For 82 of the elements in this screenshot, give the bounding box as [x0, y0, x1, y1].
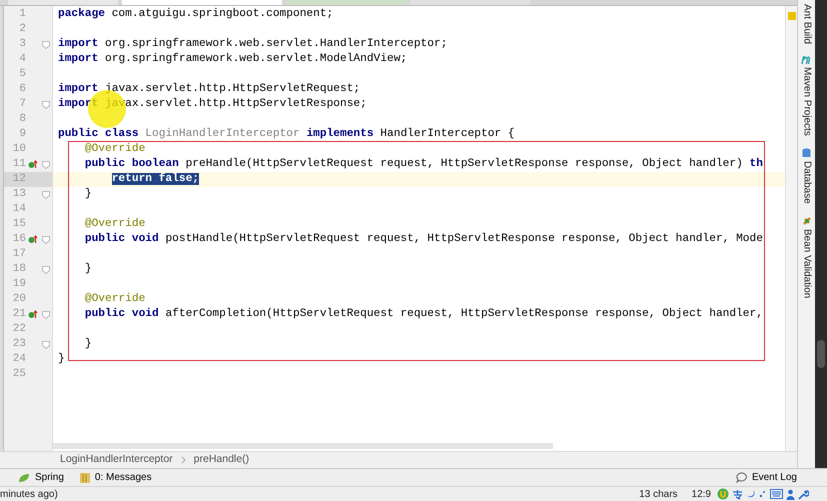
fold-marker-icon[interactable] [42, 340, 50, 348]
line-number: 21 [12, 307, 26, 322]
line-number: 20 [12, 292, 26, 308]
line-number: 1 [18, 7, 26, 22]
code-line: @Override [84, 218, 146, 230]
code-line: public void afterCompletion(HttpServletRequest request, HttpServletResponse response, Object handler, [84, 308, 763, 320]
selection-count: 13 chars [639, 488, 678, 501]
line-number: 5 [18, 67, 26, 82]
line-number: 19 [12, 277, 26, 292]
line-number: 14 [12, 202, 26, 218]
line-number: 2 [18, 22, 26, 38]
line-number: 22 [12, 322, 26, 338]
chat-bubble-icon [736, 472, 748, 483]
fold-marker-icon[interactable] [42, 160, 50, 168]
line-number: 12 [12, 172, 26, 188]
moon-icon[interactable] [746, 489, 756, 499]
fold-marker-icon[interactable] [42, 40, 50, 48]
code-line: } [84, 338, 92, 350]
fold-marker-icon[interactable] [42, 190, 50, 198]
caret-position[interactable]: 12:9 [692, 486, 711, 501]
line-number: 4 [18, 52, 26, 68]
editor-tab[interactable] [286, 0, 406, 5]
fold-marker-icon[interactable] [42, 310, 50, 318]
code-line: import org.springframework.web.servlet.HandlerInterceptor; [58, 38, 448, 50]
maven-icon [801, 56, 812, 64]
code-line: @Override [84, 143, 146, 155]
code-line: public void postHandle(HttpServletRequest request, HttpServletResponse response, Object handler, Mode [84, 233, 763, 245]
fold-marker-icon[interactable] [42, 236, 50, 244]
event-log-button[interactable]: Event Log [736, 470, 797, 485]
line-number: 11 [12, 157, 26, 172]
line-number: 25 [12, 367, 26, 382]
punctuation-icon[interactable] [759, 489, 767, 499]
tool-window-tab[interactable]: Bean Validation [800, 228, 812, 298]
line-number: 6 [18, 82, 26, 98]
tool-window-button[interactable]: Spring [18, 470, 64, 485]
tool-window-tab[interactable]: Maven Projects [800, 67, 812, 136]
override-marker-icon[interactable] [28, 310, 38, 319]
code-line: } [84, 188, 92, 200]
line-number: 15 [12, 217, 26, 232]
line-number: 7 [18, 97, 26, 112]
code-line: @Override [84, 293, 146, 305]
tool-window-tab[interactable]: Database [800, 160, 812, 204]
breadcrumb-item[interactable]: preHandle() [194, 452, 250, 468]
editor-tab[interactable] [8, 0, 118, 5]
code-line: import org.springframework.web.servlet.ModelAndView; [58, 53, 408, 65]
breadcrumb-item[interactable]: LoginHandlerInterceptor [60, 452, 173, 468]
line-number: 23 [12, 337, 26, 352]
override-marker-icon[interactable] [28, 235, 38, 244]
line-number: 3 [18, 37, 26, 52]
line-number: 10 [12, 142, 26, 158]
status-message: minutes ago) [0, 488, 59, 501]
wrench-icon[interactable] [798, 488, 809, 500]
ime-logo-icon[interactable] [717, 488, 729, 500]
fold-marker-icon[interactable] [42, 100, 50, 108]
status-indicator-icon [788, 12, 796, 20]
code-line: import javax.servlet.http.HttpServletRequest; [58, 83, 360, 95]
message-list-icon [80, 472, 90, 482]
editor-tab[interactable] [410, 0, 530, 5]
keyboard-icon[interactable] [770, 489, 783, 499]
override-marker-icon[interactable] [28, 160, 38, 169]
scroll-handle[interactable] [817, 340, 825, 368]
line-number: 9 [18, 127, 26, 142]
code-line: } [58, 353, 65, 365]
line-number: 17 [12, 247, 26, 262]
line-number: 8 [18, 112, 26, 128]
line-number: 16 [12, 232, 26, 248]
bean-icon [802, 216, 812, 226]
line-number: 18 [12, 262, 26, 278]
chevron-icon [180, 456, 186, 464]
database-icon [802, 148, 811, 158]
tool-window-tab[interactable]: Ant Build [800, 4, 812, 44]
editor-tab[interactable] [122, 0, 282, 5]
user-icon[interactable] [786, 488, 795, 500]
code-line: } [84, 263, 92, 275]
line-number: 13 [12, 187, 26, 202]
fold-marker-icon[interactable] [42, 266, 50, 274]
code-line: public boolean preHandle(HttpServletRequest request, HttpServletResponse response, Object handler) th [84, 158, 763, 170]
line-number: 24 [12, 352, 26, 368]
code-line: public class LoginHandlerInterceptor implements HandlerInterceptor { [58, 128, 515, 140]
leaf-icon [18, 472, 30, 482]
tool-window-button[interactable]: 0: Messages [80, 470, 152, 485]
code-line: package com.atguigu.springboot.component; [58, 8, 334, 20]
